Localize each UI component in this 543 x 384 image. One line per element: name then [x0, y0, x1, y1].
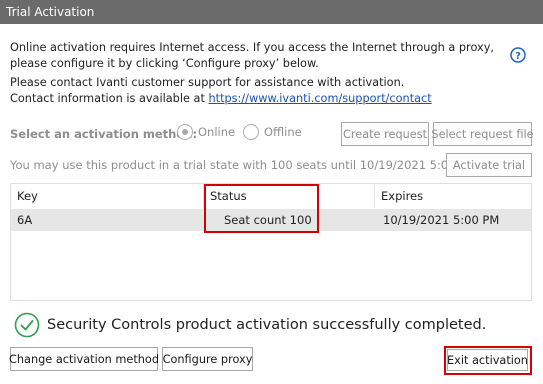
svg-text:?: ?: [515, 51, 521, 62]
info-line-4: Contact information is available at http…: [10, 92, 432, 105]
row-key: 6A: [17, 213, 33, 227]
radio-unselected-icon: [243, 124, 259, 140]
change-activation-method-button[interactable]: Change activation method: [9, 347, 159, 371]
row-expires: 10/19/2021 5:00 PM: [383, 213, 500, 227]
trial-info-text: You may use this product in a trial stat…: [10, 158, 480, 172]
info-line-2: please configure it by clicking ‘Configu…: [10, 57, 319, 70]
offline-radio-label: Offline: [264, 125, 302, 139]
column-header-expires[interactable]: Expires: [375, 184, 533, 208]
configure-proxy-button[interactable]: Configure proxy: [162, 347, 253, 371]
info-line-3: Please contact Ivanti customer support f…: [10, 76, 405, 89]
exit-highlight-box: [444, 346, 532, 375]
status-highlight-box: [204, 184, 319, 233]
create-request-button[interactable]: Create request: [341, 122, 429, 146]
select-request-file-button[interactable]: Select request file: [431, 122, 534, 146]
offline-radio[interactable]: Offline: [243, 123, 302, 141]
window-title: Trial Activation: [0, 0, 543, 24]
online-radio[interactable]: Online: [177, 123, 235, 141]
success-message: Security Controls product activation suc…: [14, 312, 486, 338]
info-line-1: Online activation requires Internet acce…: [10, 41, 494, 54]
success-text: Security Controls product activation suc…: [47, 317, 487, 333]
column-header-key[interactable]: Key: [11, 184, 204, 208]
activate-trial-button[interactable]: Activate trial: [446, 153, 532, 177]
contact-prefix: Contact information is available at: [10, 92, 209, 105]
check-circle-icon: [14, 312, 40, 338]
contact-link[interactable]: https://www.ivanti.com/support/contact: [208, 92, 431, 105]
help-circle-icon[interactable]: ?: [510, 47, 526, 63]
activation-method-label: Select an activation method:: [10, 127, 198, 141]
radio-selected-icon: [177, 124, 193, 140]
online-radio-label: Online: [198, 125, 236, 139]
